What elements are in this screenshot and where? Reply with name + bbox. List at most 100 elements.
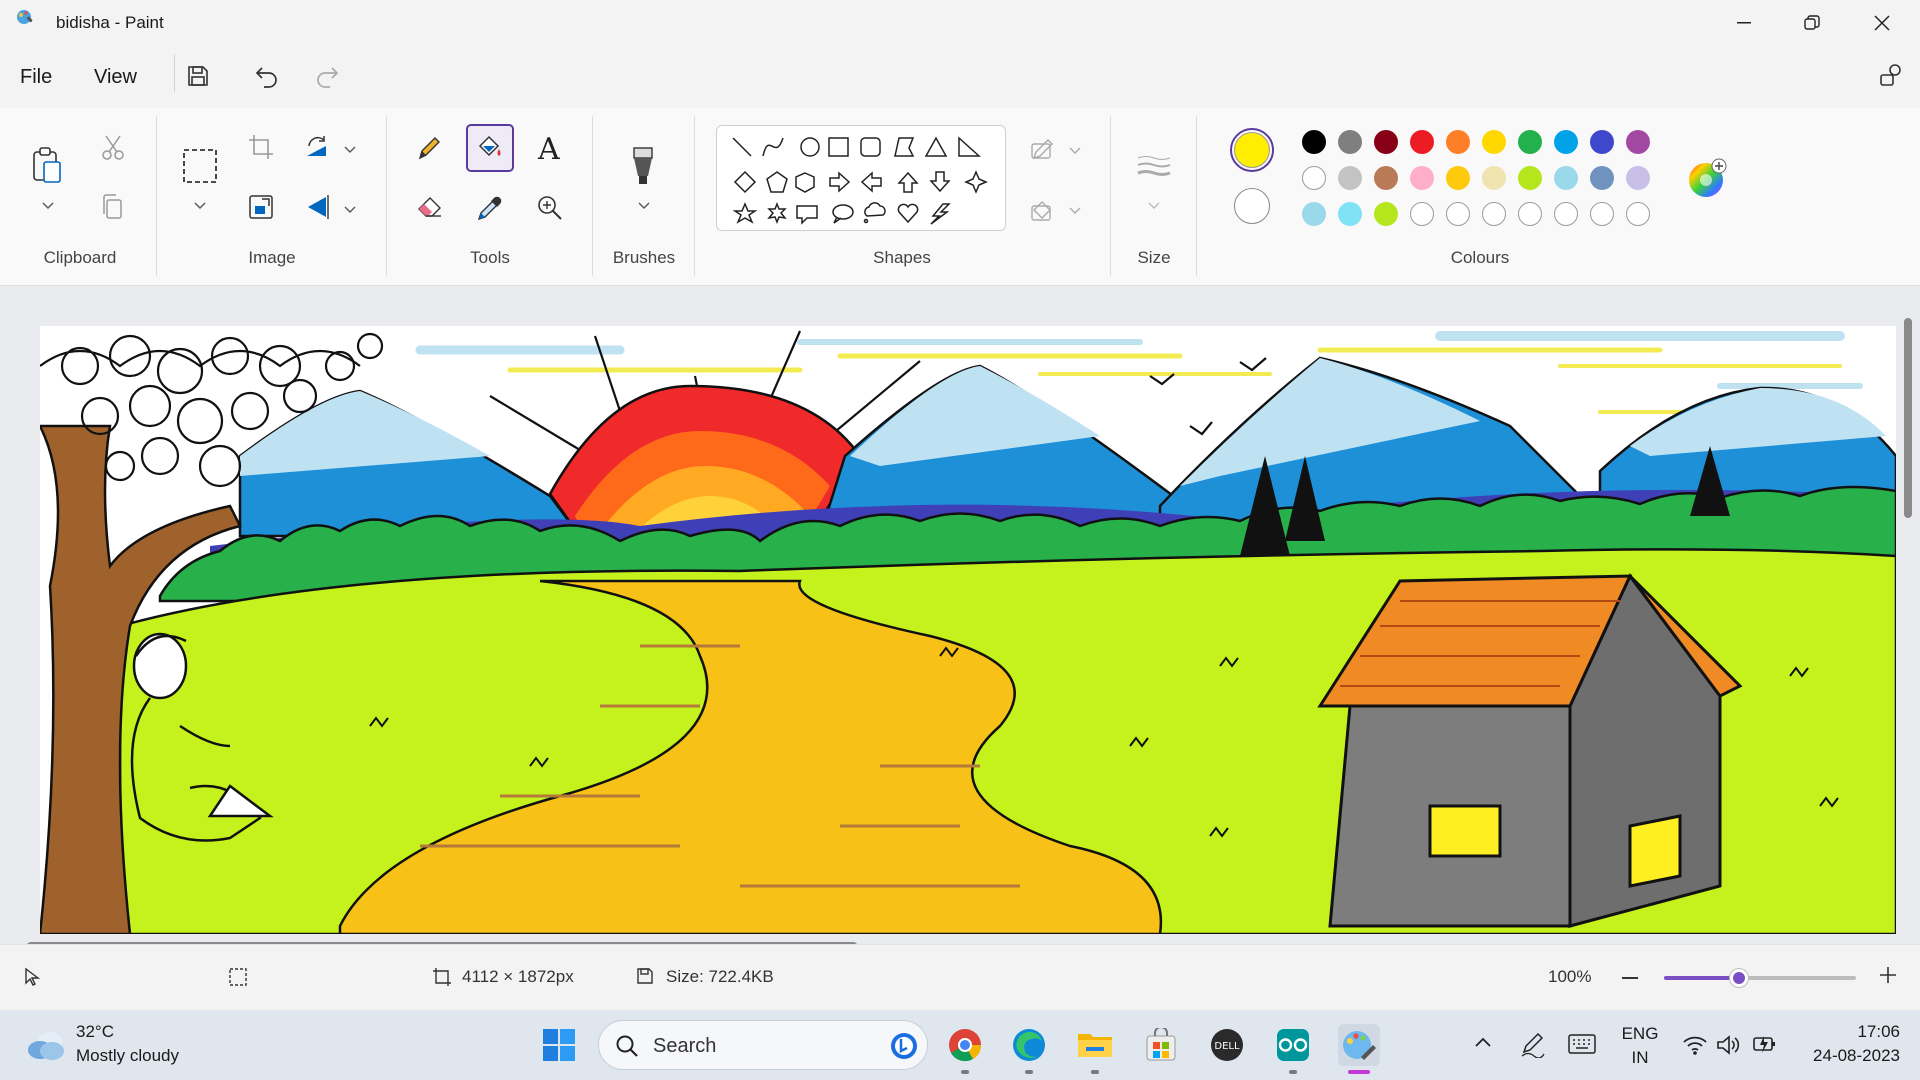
paste-chevron-icon[interactable]: [42, 202, 54, 210]
save-icon[interactable]: [186, 64, 210, 88]
custom-colour-slot[interactable]: [1410, 202, 1434, 226]
undo-icon[interactable]: [254, 64, 280, 88]
colour1-selector[interactable]: [1230, 128, 1274, 172]
colour-swatch[interactable]: [1446, 166, 1470, 190]
colour-swatch[interactable]: [1338, 202, 1362, 226]
flip-icon[interactable]: [304, 194, 332, 220]
restore-button[interactable]: [1778, 0, 1846, 46]
crop-icon[interactable]: [248, 134, 274, 160]
group-label-size: Size: [1137, 248, 1171, 267]
colour-swatch[interactable]: [1554, 166, 1578, 190]
weather-cloud-icon[interactable]: [26, 1028, 66, 1062]
show-hidden-icons-chevron-icon[interactable]: [1474, 1036, 1492, 1048]
weather-temperature[interactable]: 32°C: [76, 1022, 114, 1042]
custom-colour-slot[interactable]: [1590, 202, 1614, 226]
chrome-icon[interactable]: [944, 1024, 986, 1066]
colour-swatch[interactable]: [1302, 130, 1326, 154]
color-picker-icon[interactable]: [476, 194, 504, 222]
size-icon[interactable]: [1136, 154, 1172, 178]
colour-swatch[interactable]: [1554, 130, 1578, 154]
volume-icon[interactable]: [1716, 1034, 1740, 1056]
language-code[interactable]: ENG: [1620, 1024, 1660, 1044]
resize-icon[interactable]: [248, 194, 274, 220]
select-chevron-icon[interactable]: [194, 202, 206, 210]
touch-keyboard-icon[interactable]: [1568, 1034, 1596, 1054]
custom-colour-slot[interactable]: [1626, 202, 1650, 226]
outline-icon[interactable]: [1030, 138, 1086, 162]
colour-swatch[interactable]: [1338, 166, 1362, 190]
rotate-chevron-icon[interactable]: [344, 146, 356, 154]
copy-icon[interactable]: [102, 194, 124, 220]
pen-menu-icon[interactable]: [1520, 1030, 1546, 1058]
arduino-icon[interactable]: [1272, 1024, 1314, 1066]
zoom-level[interactable]: 100%: [1548, 967, 1591, 987]
settings-icon[interactable]: [1878, 62, 1904, 88]
paint-taskbar-icon[interactable]: [1338, 1024, 1380, 1066]
close-button[interactable]: [1848, 0, 1916, 46]
pencil-icon[interactable]: [416, 134, 442, 162]
colour-swatch[interactable]: [1626, 130, 1650, 154]
edit-colours-icon[interactable]: [1686, 158, 1728, 200]
wifi-icon[interactable]: [1682, 1034, 1708, 1056]
zoom-out-icon[interactable]: [1622, 977, 1638, 979]
flip-chevron-icon[interactable]: [344, 206, 356, 214]
language-region[interactable]: IN: [1620, 1048, 1660, 1068]
custom-colour-slot[interactable]: [1518, 202, 1542, 226]
start-button[interactable]: [538, 1024, 580, 1066]
up-arrow-shape-icon: [897, 171, 919, 193]
eraser-icon[interactable]: [416, 194, 444, 220]
rotate-icon[interactable]: [304, 134, 332, 160]
vertical-scrollbar[interactable]: [1904, 318, 1912, 518]
colour-swatch[interactable]: [1518, 166, 1542, 190]
edge-icon[interactable]: [1008, 1024, 1050, 1066]
menu-file[interactable]: File: [20, 66, 52, 89]
zoom-slider[interactable]: [1664, 969, 1856, 987]
weather-condition[interactable]: Mostly cloudy: [76, 1046, 179, 1066]
colour-swatch[interactable]: [1338, 130, 1362, 154]
cut-icon[interactable]: [100, 134, 126, 162]
minimize-button[interactable]: [1710, 0, 1778, 46]
colour-swatch[interactable]: [1410, 130, 1434, 154]
paste-icon[interactable]: [30, 146, 64, 186]
clock-time[interactable]: 17:06: [1800, 1022, 1900, 1042]
drawing-canvas[interactable]: [40, 326, 1896, 934]
colour-swatch[interactable]: [1410, 166, 1434, 190]
taskbar-search-box[interactable]: Search: [598, 1020, 928, 1070]
colour-swatch[interactable]: [1518, 130, 1542, 154]
colour-swatch[interactable]: [1482, 166, 1506, 190]
redo-icon[interactable]: [314, 64, 340, 88]
colour2-selector[interactable]: [1232, 186, 1272, 226]
custom-colour-slot[interactable]: [1554, 202, 1578, 226]
brush-chevron-icon[interactable]: [638, 202, 650, 210]
colour-swatch[interactable]: [1590, 166, 1614, 190]
clock-date[interactable]: 24-08-2023: [1800, 1046, 1900, 1066]
colour2-swatch: [1234, 188, 1270, 224]
group-label-colours: Colours: [1450, 248, 1510, 267]
colour-swatch[interactable]: [1302, 166, 1326, 190]
colour-swatch[interactable]: [1374, 130, 1398, 154]
text-tool-icon[interactable]: A: [538, 132, 560, 167]
colour-swatch[interactable]: [1626, 166, 1650, 190]
select-icon[interactable]: [182, 148, 218, 184]
fill-icon[interactable]: [1030, 198, 1086, 222]
battery-icon[interactable]: [1752, 1032, 1778, 1056]
menu-view[interactable]: View: [94, 66, 137, 89]
custom-colour-slot[interactable]: [1446, 202, 1470, 226]
zoom-slider-thumb[interactable]: [1730, 969, 1748, 987]
magnifier-icon[interactable]: [536, 194, 564, 222]
custom-colour-slot[interactable]: [1482, 202, 1506, 226]
size-chevron-icon[interactable]: [1148, 202, 1160, 210]
colour-swatch[interactable]: [1374, 202, 1398, 226]
store-icon[interactable]: [1140, 1024, 1182, 1066]
zoom-in-icon[interactable]: [1880, 967, 1896, 983]
colour-swatch[interactable]: [1374, 166, 1398, 190]
down-arrow-shape-icon: [929, 171, 951, 193]
colour-swatch[interactable]: [1302, 202, 1326, 226]
colour-swatch[interactable]: [1446, 130, 1470, 154]
fill-bucket-tool-button[interactable]: [466, 124, 514, 172]
dell-icon[interactable]: DELL: [1206, 1024, 1248, 1066]
colour-swatch[interactable]: [1482, 130, 1506, 154]
file-explorer-icon[interactable]: [1074, 1024, 1116, 1066]
brush-icon[interactable]: [628, 146, 658, 186]
colour-swatch[interactable]: [1590, 130, 1614, 154]
